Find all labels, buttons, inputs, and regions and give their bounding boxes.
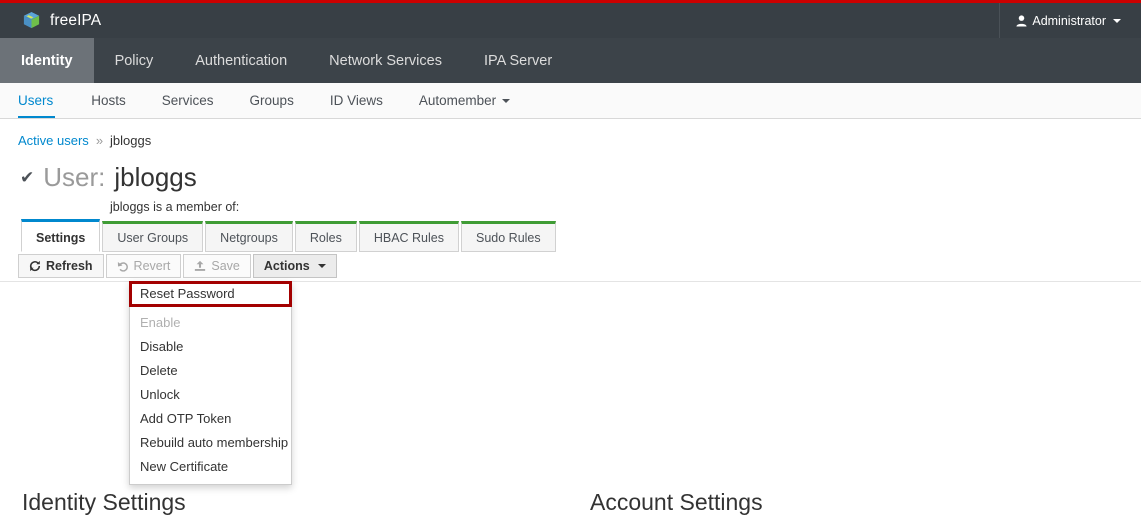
brand[interactable]: freeIPA <box>0 11 101 30</box>
menu-item-label: Reset Password <box>140 286 235 301</box>
nav-label: Authentication <box>195 52 288 69</box>
nav-label: Network Services <box>329 52 442 69</box>
breadcrumb-current: jbloggs <box>110 133 152 148</box>
account-settings-panel: Account Settings User login jbloggs Pass… <box>575 489 1141 525</box>
chevron-down-icon <box>1113 18 1121 23</box>
secondary-navigation: Users Hosts Services Groups ID Views Aut… <box>0 83 1141 119</box>
facet-label: Netgroups <box>220 231 278 245</box>
check-icon: ✔ <box>20 167 35 187</box>
facet-tabs: Settings User Groups Netgroups Roles HBA… <box>21 219 558 252</box>
cube-logo-icon <box>23 11 40 29</box>
page-title-label: User: <box>43 162 106 192</box>
subnav-label: Groups <box>249 93 294 108</box>
brand-name: freeIPA <box>50 11 102 29</box>
menu-item-label: Enable <box>140 315 181 330</box>
nav-item-policy[interactable]: Policy <box>94 38 175 83</box>
facet-tab-roles[interactable]: Roles <box>294 221 357 252</box>
subnav-label: Automember <box>418 93 497 108</box>
menu-item-rebuild-auto-membership[interactable]: Rebuild auto membership <box>130 431 291 455</box>
chevron-down-icon <box>502 98 511 103</box>
subnav-label: Hosts <box>91 93 126 108</box>
member-of-label: jbloggs is a member of: <box>110 200 240 214</box>
nav-label: Identity <box>21 52 73 69</box>
subnav-item-id-views[interactable]: ID Views <box>312 83 401 118</box>
facet-tab-netgroups[interactable]: Netgroups <box>205 221 293 252</box>
menu-item-reset-password[interactable]: Reset Password <box>129 281 292 307</box>
identity-settings-title: Identity Settings <box>22 489 186 515</box>
menu-item-delete[interactable]: Delete <box>130 359 291 383</box>
menu-item-new-certificate[interactable]: New Certificate <box>130 455 291 479</box>
menu-item-label: New Certificate <box>140 459 229 474</box>
undo-icon <box>117 262 128 272</box>
breadcrumb: Active users » jbloggs <box>0 119 1141 148</box>
account-settings-title: Account Settings <box>590 489 763 515</box>
subnav-item-automember[interactable]: Automember <box>401 83 528 118</box>
facet-tab-settings[interactable]: Settings <box>21 219 101 252</box>
menu-item-label: Unlock <box>140 387 180 402</box>
refresh-label: Refresh <box>46 259 93 273</box>
menu-item-disable[interactable]: Disable <box>130 335 291 359</box>
subnav-label: Services <box>161 93 214 108</box>
refresh-button[interactable]: Refresh <box>18 254 104 278</box>
actions-label: Actions <box>263 259 310 273</box>
actions-dropdown-menu: Reset Password Enable Disable Delete Unl… <box>129 281 292 485</box>
menu-item-label: Add OTP Token <box>140 411 232 426</box>
save-label: Save <box>211 259 240 273</box>
primary-navigation: Identity Policy Authentication Network S… <box>0 38 1141 83</box>
revert-label: Revert <box>133 259 171 273</box>
facet-tab-hbac-rules[interactable]: HBAC Rules <box>358 221 459 252</box>
menu-item-label: Delete <box>140 363 178 378</box>
nav-item-authentication[interactable]: Authentication <box>174 38 308 83</box>
menu-item-unlock[interactable]: Unlock <box>130 383 291 407</box>
identity-settings-panel: Identity Settings Job Title First name L… <box>0 489 575 525</box>
menu-item-label: Rebuild auto membership <box>140 435 289 450</box>
subnav-item-users[interactable]: Users <box>18 83 73 118</box>
subnav-item-hosts[interactable]: Hosts <box>73 83 144 118</box>
facet-label: Sudo Rules <box>476 231 541 245</box>
facet-label: Roles <box>309 231 342 245</box>
user-menu-label: Administrator <box>1032 13 1106 28</box>
masthead: freeIPA Administrator <box>0 3 1141 38</box>
actions-button[interactable]: Actions <box>252 254 337 278</box>
subnav-label: Users <box>18 93 54 108</box>
subnav-item-services[interactable]: Services <box>144 83 232 118</box>
menu-item-add-otp-token[interactable]: Add OTP Token <box>130 407 291 431</box>
refresh-icon <box>29 260 41 272</box>
subnav-label: ID Views <box>329 93 383 108</box>
facet-label: Settings <box>36 230 86 245</box>
facet-tab-user-groups[interactable]: User Groups <box>102 221 204 252</box>
user-icon <box>1016 14 1027 26</box>
facet-label: User Groups <box>117 231 189 245</box>
facet-toolbar: Refresh Revert Save Actions <box>18 254 337 278</box>
breadcrumb-link-active-users[interactable]: Active users <box>18 133 89 148</box>
nav-label: IPA Server <box>483 52 553 69</box>
nav-item-identity[interactable]: Identity <box>0 38 94 83</box>
menu-item-label: Disable <box>140 339 184 354</box>
subnav-item-groups[interactable]: Groups <box>232 83 312 118</box>
menu-item-enable[interactable]: Enable <box>130 311 291 335</box>
nav-label: Policy <box>114 52 154 69</box>
save-button[interactable]: Save <box>183 254 251 278</box>
facet-tab-sudo-rules[interactable]: Sudo Rules <box>461 221 556 252</box>
user-menu-button[interactable]: Administrator <box>999 3 1135 38</box>
upload-icon <box>195 260 206 271</box>
breadcrumb-separator: » <box>95 133 104 148</box>
facet-label: HBAC Rules <box>373 231 444 245</box>
nav-item-network-services[interactable]: Network Services <box>308 38 463 83</box>
revert-button[interactable]: Revert <box>105 254 182 278</box>
chevron-down-icon <box>317 264 326 268</box>
page-title: ✔ User: jbloggs <box>0 148 1141 193</box>
page-title-value: jbloggs <box>114 162 197 192</box>
nav-item-ipa-server[interactable]: IPA Server <box>463 38 573 83</box>
